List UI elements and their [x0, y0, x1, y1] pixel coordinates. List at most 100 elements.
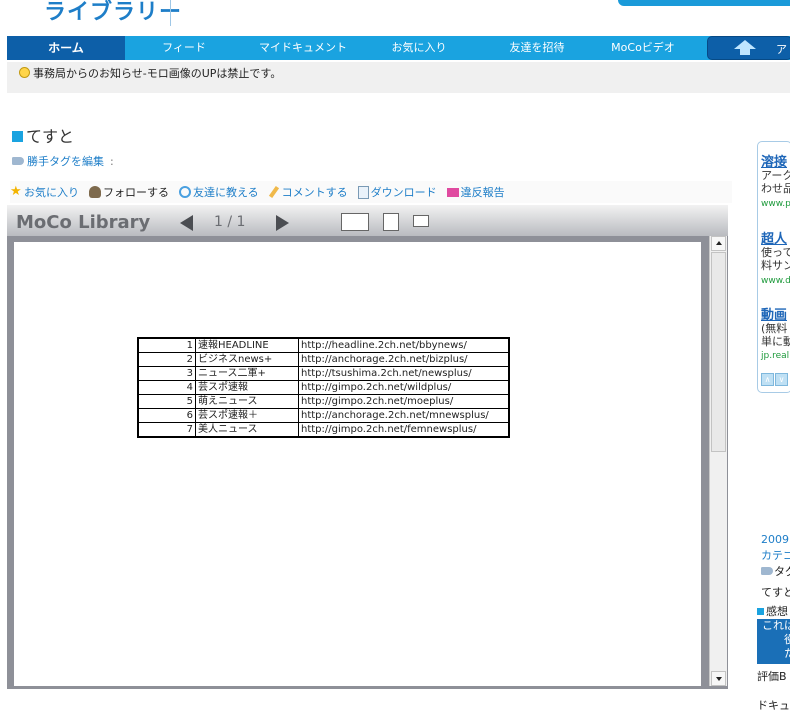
row-number: 3 — [137, 366, 196, 381]
row-number: 5 — [137, 394, 196, 409]
row-url: http://gimpo.2ch.net/wildplus/ — [298, 380, 510, 395]
page-title-text: てすと — [26, 127, 75, 146]
action-bar: ★ お気に入り フォローする 友達に教える コメントする ダウンロード 違反報告 — [10, 181, 732, 203]
viewer-title: MoCo Library — [16, 212, 151, 233]
impression-box[interactable]: これは 役 た — [757, 619, 790, 664]
ad-text-3b: 単に動 — [761, 335, 790, 348]
star-icon: ★ — [10, 184, 22, 199]
comment-action-label: コメントする — [281, 186, 348, 199]
viewer-scrollbar[interactable] — [709, 236, 727, 686]
download-action[interactable]: ダウンロード — [357, 184, 437, 200]
fullscreen-icon[interactable] — [413, 215, 429, 227]
follow-action-label: フォローする — [103, 186, 169, 199]
scroll-up-button[interactable] — [711, 236, 726, 251]
ad-title-3[interactable]: 動画 — [761, 304, 787, 323]
notice-bar: 事務局からのお知らせ-モロ画像のUPは禁止です。 — [7, 62, 790, 93]
download-action-label: ダウンロード — [370, 186, 437, 199]
impressions-heading: 感想 — [757, 603, 788, 619]
ad-text-2a: 使って — [761, 246, 790, 259]
ad-url-2[interactable]: www.d — [761, 276, 790, 286]
nav-home[interactable]: ホーム — [7, 36, 125, 60]
scroll-thumb[interactable] — [711, 252, 726, 452]
pencil-icon — [268, 185, 279, 199]
nav-favorites[interactable]: お気に入り — [363, 36, 475, 60]
person-icon — [89, 186, 101, 198]
tag-colon: : — [110, 155, 114, 168]
row-name: 萌えニュース — [195, 394, 299, 409]
page-title: てすと — [12, 123, 74, 147]
ad-url-3[interactable]: jp.real — [761, 351, 789, 361]
section-square-icon — [757, 608, 764, 615]
document-table: 1 速報HEADLINE http://headline.2ch.net/bbyne… — [137, 337, 510, 438]
comment-action[interactable]: コメントする — [268, 184, 348, 200]
row-number: 1 — [137, 337, 196, 353]
two-page-view-icon[interactable] — [341, 213, 369, 231]
ad-panel: 溶接 アーク わせ品 www.p 超人 使って 料サン www.d 動画 (無料… — [757, 141, 790, 393]
download-icon — [357, 185, 369, 199]
rating-label: 評価B — [757, 670, 787, 683]
row-url: http://tsushima.2ch.net/newsplus/ — [298, 366, 510, 381]
next-arrow-icon — [276, 215, 289, 231]
upload-button[interactable]: ア — [707, 36, 790, 60]
table-row: 5 萌えニュース http://gimpo.2ch.net/moeplus/ — [137, 394, 510, 409]
nav-feed[interactable]: フィード — [125, 36, 243, 60]
title-square-icon — [12, 131, 23, 142]
ad-next-button[interactable]: ∨ — [775, 373, 788, 386]
table-row: 7 美人ニュース http://gimpo.2ch.net/femnewsplus/ — [137, 422, 510, 438]
row-name: 芸スポ速報＋ — [195, 408, 299, 423]
logo-divider — [170, 0, 171, 26]
row-number: 2 — [137, 352, 196, 367]
doc-tag-label: タグ — [774, 565, 790, 578]
ad-text-1a: アーク — [761, 169, 790, 182]
doc-date: 2009 — [761, 533, 789, 546]
row-number: 4 — [137, 380, 196, 395]
doc-category[interactable]: カテゴ — [761, 547, 790, 563]
tag-edit-link[interactable]: 勝手タグを編集 — [27, 155, 104, 168]
favorite-action-label: お気に入り — [24, 186, 79, 199]
site-logo[interactable]: ライブラリー — [44, 0, 182, 26]
row-name: 美人ニュース — [195, 422, 299, 438]
table-row: 4 芸スポ速報 http://gimpo.2ch.net/wildplus/ — [137, 380, 510, 395]
impression-line-3: た — [784, 647, 790, 660]
tag-icon — [12, 157, 24, 165]
row-url: http://gimpo.2ch.net/moeplus/ — [298, 394, 510, 409]
table-row: 3 ニュース二軍+ http://tsushima.2ch.net/newsplus… — [137, 366, 510, 381]
header-accent-strip — [618, 0, 790, 6]
ad-url-1[interactable]: www.p — [761, 199, 790, 209]
main-nav: ホーム フィード マイドキュメント お気に入り 友達を招待 MoCoビデオ ア — [7, 36, 790, 60]
tag-edit-row: 勝手タグを編集: — [12, 153, 114, 169]
ad-prev-button[interactable]: ∧ — [761, 373, 774, 386]
lightbulb-icon — [19, 67, 30, 78]
nav-moco-video[interactable]: MoCoビデオ — [599, 36, 687, 60]
favorite-action[interactable]: ★ お気に入り — [10, 184, 79, 200]
ad-text-2b: 料サン — [761, 259, 790, 272]
document-label: ドキュメ — [757, 699, 790, 712]
report-action-label: 違反報告 — [460, 186, 505, 199]
single-page-view-icon[interactable] — [383, 213, 399, 231]
impression-line-1: これは — [762, 619, 790, 632]
report-action[interactable]: 違反報告 — [446, 184, 505, 200]
follow-action[interactable]: フォローする — [89, 184, 169, 200]
tag-icon — [761, 567, 773, 575]
page-indicator: 1 / 1 — [214, 214, 246, 230]
prev-arrow-icon — [180, 215, 193, 231]
nav-my-documents[interactable]: マイドキュメント — [243, 36, 363, 60]
tell-friend-action[interactable]: 友達に教える — [179, 184, 259, 200]
nav-invite-friends[interactable]: 友達を招待 — [475, 36, 599, 60]
upload-arrow-stem — [740, 49, 750, 55]
ad-title-2[interactable]: 超人 — [761, 228, 787, 247]
notice-text: 事務局からのお知らせ-モロ画像のUPは禁止です。 — [33, 67, 282, 80]
row-url: http://headline.2ch.net/bbynews/ — [298, 337, 510, 353]
row-number: 6 — [137, 408, 196, 423]
row-url: http://gimpo.2ch.net/femnewsplus/ — [298, 422, 510, 438]
tell-friend-action-label: 友達に教える — [193, 186, 259, 199]
ad-text-3a: (無料 — [761, 322, 788, 335]
ad-title-1[interactable]: 溶接 — [761, 151, 787, 170]
row-name: ニュース二軍+ — [195, 366, 299, 381]
row-name: ビジネスnews+ — [195, 352, 299, 367]
ad-pager: ∧ ∨ — [761, 373, 789, 386]
doc-tag-row: タグ — [761, 563, 790, 579]
row-number: 7 — [137, 422, 196, 438]
scroll-down-button[interactable] — [711, 671, 726, 686]
row-name: 速報HEADLINE — [195, 337, 299, 353]
